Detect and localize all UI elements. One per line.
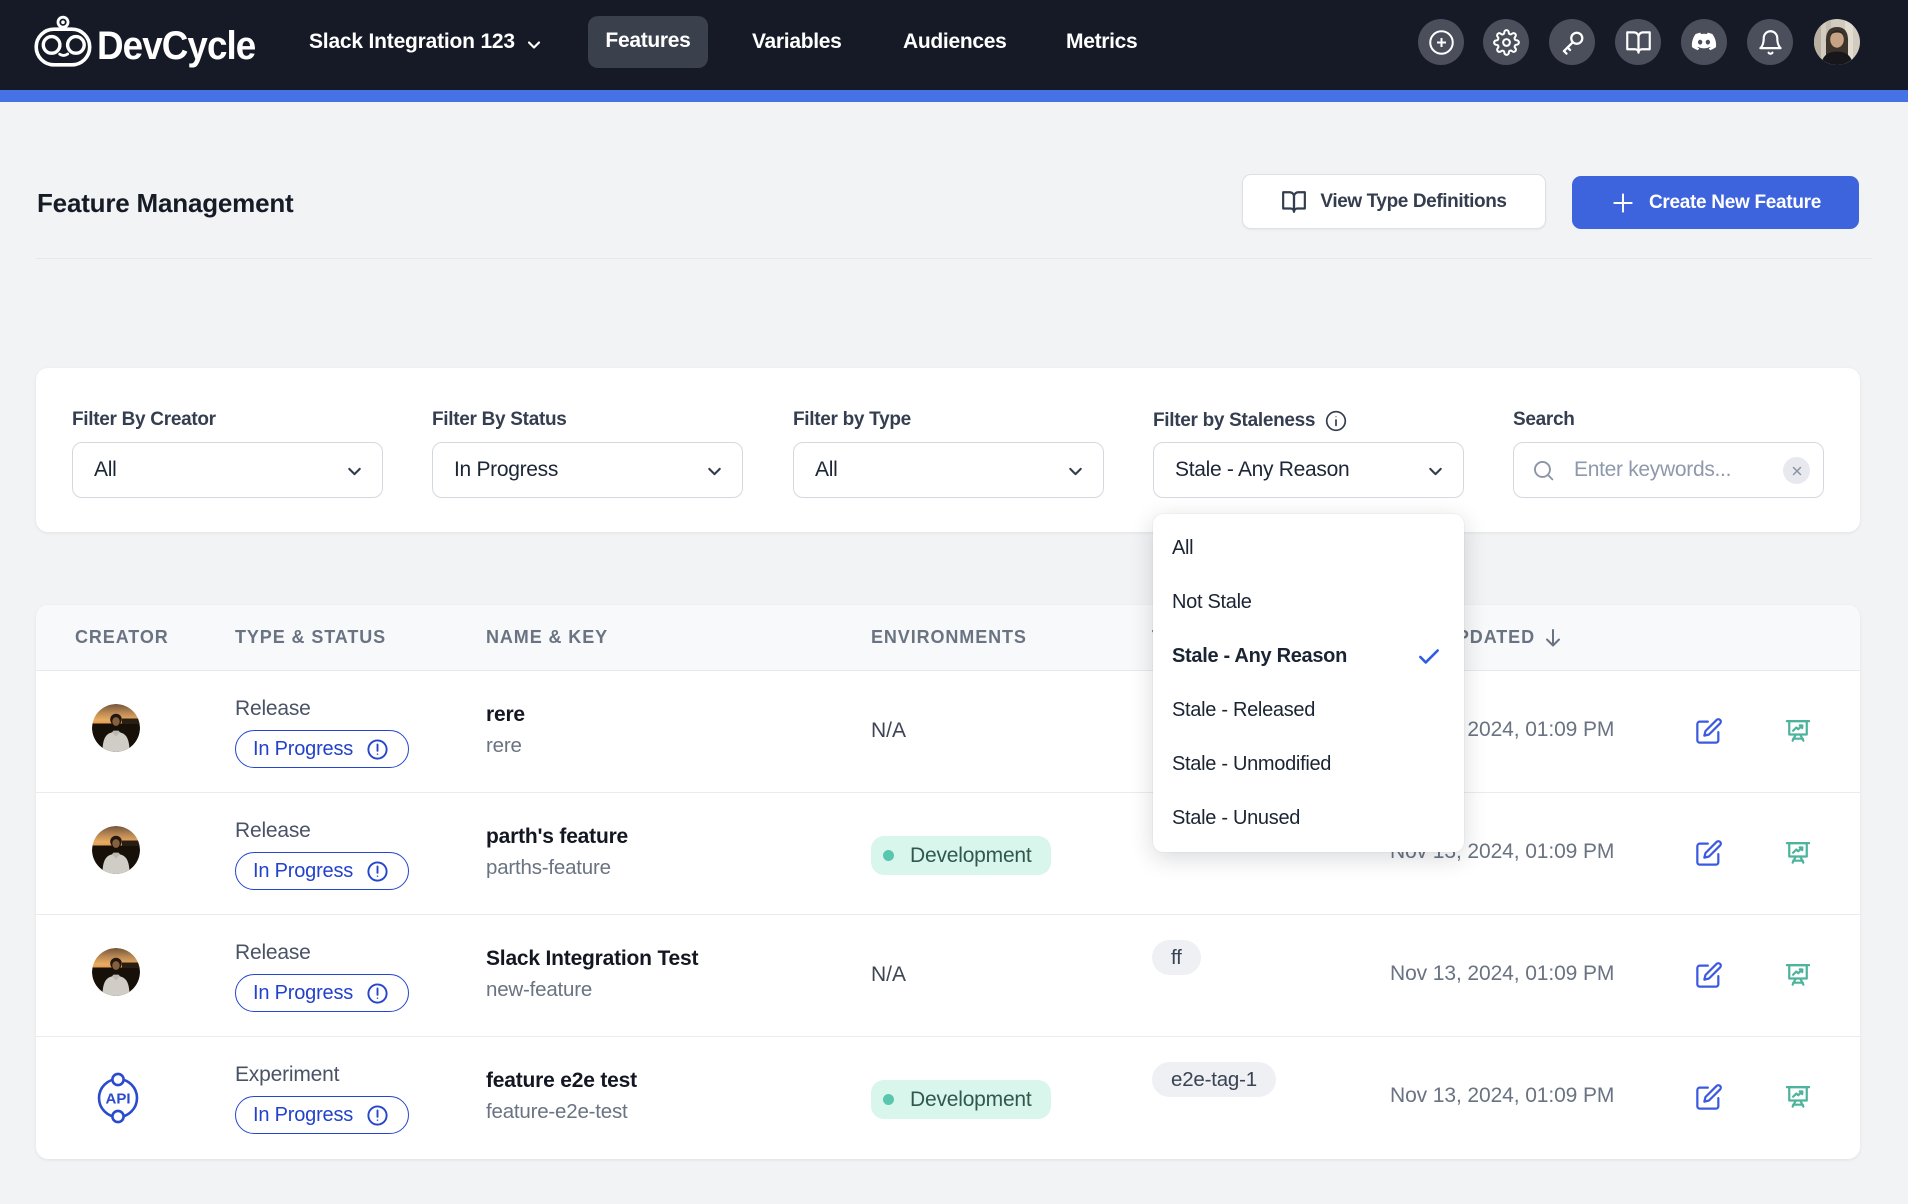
svg-text:API: API [105,1091,130,1108]
